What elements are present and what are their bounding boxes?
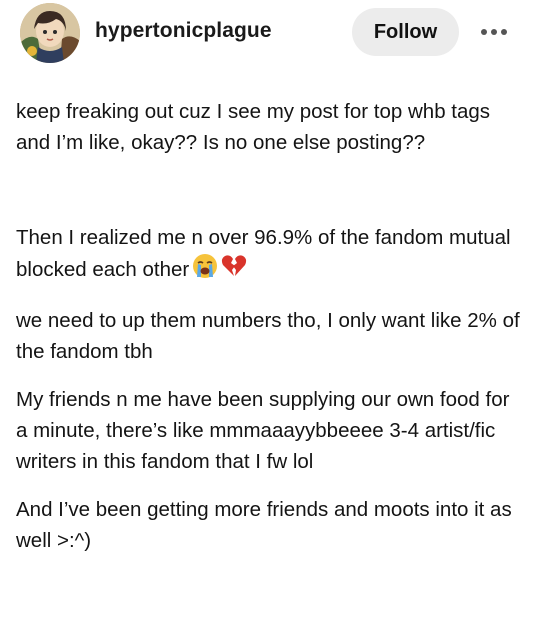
- post-paragraph: And I’ve been getting more friends and m…: [16, 498, 512, 552]
- more-options-icon[interactable]: [474, 22, 514, 42]
- broken-heart-icon: [221, 254, 247, 287]
- dot: [501, 29, 507, 35]
- post: hypertonicplague Follow keep freaking ou…: [0, 0, 540, 625]
- post-body: keep freaking out cuz I see my post for …: [16, 96, 526, 573]
- post-paragraph-text: Then I realized me n over 96.9% of the f…: [16, 226, 511, 281]
- post-paragraph: My friends n me have been supplying our …: [16, 388, 510, 473]
- username[interactable]: hypertonicplague: [95, 19, 272, 43]
- post-paragraph: keep freaking out cuz I see my post for …: [16, 100, 491, 154]
- anime-character-avatar-icon: [20, 3, 80, 63]
- loudly-crying-face-icon: [192, 253, 218, 288]
- post-header: hypertonicplague Follow: [0, 0, 540, 66]
- post-paragraph: we need to up them numbers tho, I only w…: [16, 309, 520, 363]
- follow-button[interactable]: Follow: [352, 8, 459, 56]
- avatar[interactable]: [20, 3, 80, 63]
- post-paragraph-with-emoji: Then I realized me n over 96.9% of the f…: [16, 222, 526, 288]
- dot: [481, 29, 487, 35]
- dot: [491, 29, 497, 35]
